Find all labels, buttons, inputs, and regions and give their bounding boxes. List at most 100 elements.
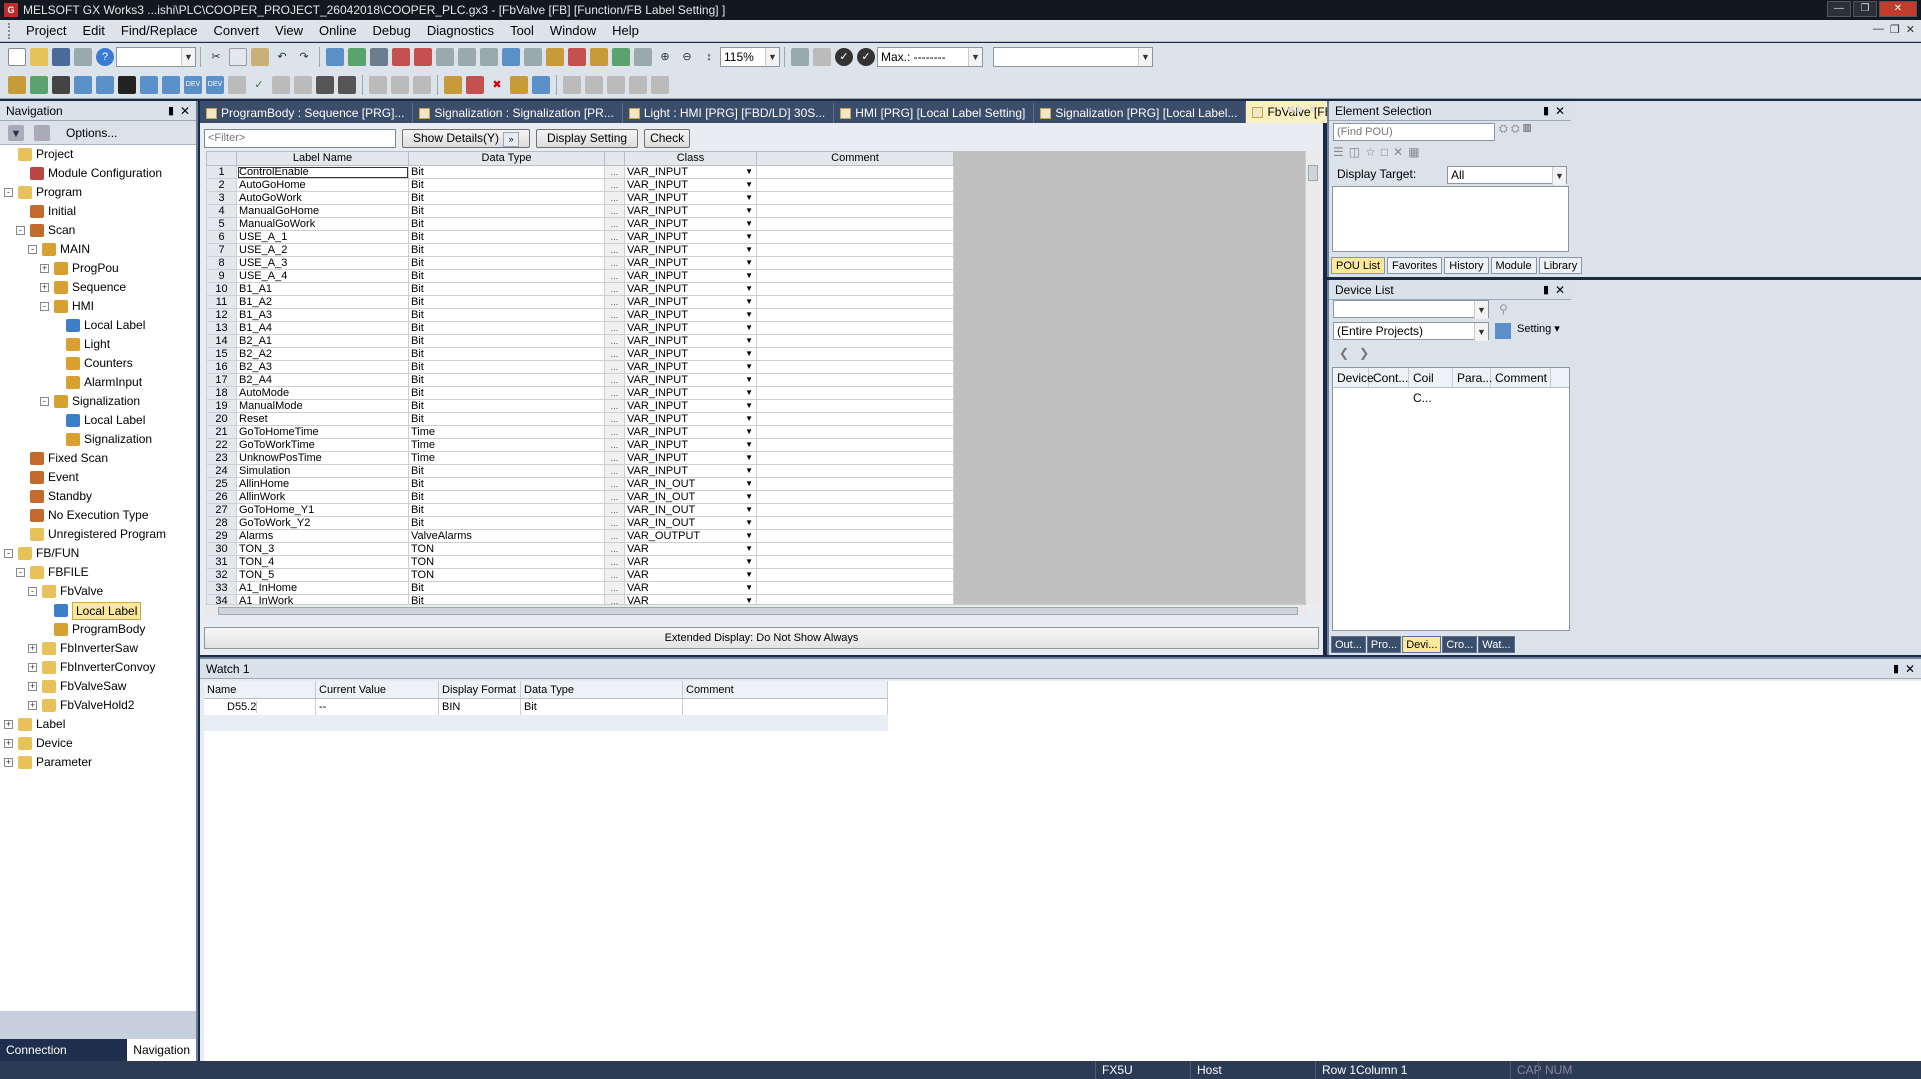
class-cell[interactable]: VAR_INPUT ▼ bbox=[624, 451, 757, 465]
pin-icon[interactable]: ▮ bbox=[1543, 101, 1549, 121]
data-type-cell[interactable]: Bit bbox=[408, 256, 605, 270]
label-name-cell[interactable]: TON_4 bbox=[236, 555, 409, 569]
connector-icon[interactable] bbox=[563, 75, 581, 94]
cut-icon[interactable]: ✂ bbox=[207, 48, 225, 66]
data-type-browse-button[interactable]: ... bbox=[604, 178, 625, 192]
label-name-cell[interactable]: B1_A2 bbox=[236, 295, 409, 309]
label-row[interactable]: 34 A1_InWork Bit... VAR ▼ bbox=[206, 594, 954, 604]
label-row[interactable]: 22 GoToWorkTime Time... VAR_INPUT ▼ bbox=[206, 438, 954, 452]
class-cell[interactable]: VAR_INPUT ▼ bbox=[624, 464, 757, 478]
doc-tab[interactable]: HMI [PRG] [Local Label Setting] bbox=[834, 103, 1035, 123]
data-type-browse-button[interactable]: ... bbox=[604, 165, 625, 179]
data-type-browse-button[interactable]: ... bbox=[604, 191, 625, 205]
label-row[interactable]: 24 Simulation Bit... VAR_INPUT ▼ bbox=[206, 464, 954, 478]
comment-cell[interactable] bbox=[756, 399, 954, 413]
data-type-cell[interactable]: TON bbox=[408, 555, 605, 569]
label-row[interactable]: 11 B1_A2 Bit... VAR_INPUT ▼ bbox=[206, 295, 954, 309]
doc-tab[interactable]: Signalization : Signalization [PR... bbox=[413, 103, 623, 123]
expand-node-icon[interactable]: + bbox=[40, 264, 49, 273]
class-cell[interactable]: VAR_INPUT ▼ bbox=[624, 282, 757, 296]
print-preview-icon[interactable] bbox=[634, 48, 652, 66]
cross-ref-icon[interactable] bbox=[568, 48, 586, 66]
class-cell[interactable]: VAR_INPUT ▼ bbox=[624, 321, 757, 335]
label-row[interactable]: 25 AllinHome Bit... VAR_IN_OUT ▼ bbox=[206, 477, 954, 491]
tree-node[interactable]: + FbInverterConvoy bbox=[0, 658, 196, 677]
comment-cell[interactable] bbox=[756, 165, 954, 179]
label-name-cell[interactable]: GoToHomeTime bbox=[236, 425, 409, 439]
class-header[interactable]: Class bbox=[624, 151, 757, 166]
expand-node-icon[interactable]: + bbox=[40, 283, 49, 292]
data-type-browse-button[interactable]: ... bbox=[604, 230, 625, 244]
debug-icon[interactable] bbox=[502, 48, 520, 66]
data-type-browse-button[interactable]: ... bbox=[604, 503, 625, 517]
collapse-node-icon[interactable]: - bbox=[16, 226, 25, 235]
comment-cell[interactable] bbox=[756, 204, 954, 218]
class-cell[interactable]: VAR_IN_OUT ▼ bbox=[624, 503, 757, 517]
class-cell[interactable]: VAR_INPUT ▼ bbox=[624, 334, 757, 348]
comment-cell[interactable] bbox=[756, 256, 954, 270]
verify-icon[interactable] bbox=[436, 48, 454, 66]
label-row[interactable]: 9 USE_A_4 Bit... VAR_INPUT ▼ bbox=[206, 269, 954, 283]
dropdown-arrow-icon[interactable]: ▼ bbox=[745, 232, 753, 243]
tab-module[interactable]: Module bbox=[1490, 257, 1537, 274]
dropdown-arrow-icon[interactable]: ▼ bbox=[745, 492, 753, 503]
label-row[interactable]: 6 USE_A_1 Bit... VAR_INPUT ▼ bbox=[206, 230, 954, 244]
dropdown-arrow-icon[interactable]: ▼ bbox=[745, 557, 753, 568]
data-type-browse-button[interactable]: ... bbox=[604, 529, 625, 543]
dropdown-arrow-icon[interactable]: ▼ bbox=[745, 479, 753, 490]
comment-cell[interactable] bbox=[756, 230, 954, 244]
label-row[interactable]: 31 TON_4 TON... VAR ▼ bbox=[206, 555, 954, 569]
grid-icon[interactable] bbox=[96, 75, 114, 94]
collapse-node-icon[interactable]: - bbox=[4, 549, 13, 558]
forward-icon[interactable]: ❯ bbox=[1359, 346, 1369, 360]
tree-node[interactable]: Local Label bbox=[0, 601, 196, 620]
class-cell[interactable]: VAR ▼ bbox=[624, 581, 757, 595]
close-icon[interactable]: ✕ bbox=[1905, 659, 1915, 679]
project-combo[interactable]: ▼ bbox=[116, 47, 196, 67]
mdi-close-button[interactable]: ✕ bbox=[1906, 23, 1915, 36]
ladder2-icon[interactable] bbox=[466, 75, 484, 94]
watch-column-header[interactable]: Display Format bbox=[439, 681, 521, 698]
label-name-cell[interactable]: Alarms bbox=[236, 529, 409, 543]
label-row[interactable]: 4 ManualGoHome Bit... VAR_INPUT ▼ bbox=[206, 204, 954, 218]
class-cell[interactable]: VAR ▼ bbox=[624, 555, 757, 569]
comment-cell[interactable] bbox=[756, 568, 954, 582]
data-type-cell[interactable]: ValveAlarms bbox=[408, 529, 605, 543]
tree-node[interactable]: + Parameter bbox=[0, 753, 196, 772]
doc-tab[interactable]: Light : HMI [PRG] [FBD/LD] 30S... bbox=[623, 103, 835, 123]
dropdown-arrow-icon[interactable]: ▼ bbox=[745, 245, 753, 256]
bottom-tab[interactable]: Pro... bbox=[1366, 636, 1402, 653]
class-cell[interactable]: VAR_INPUT ▼ bbox=[624, 399, 757, 413]
data-type-cell[interactable]: Bit bbox=[408, 581, 605, 595]
label-row[interactable]: 23 UnknowPosTime Time... VAR_INPUT ▼ bbox=[206, 451, 954, 465]
label-row[interactable]: 33 A1_InHome Bit... VAR ▼ bbox=[206, 581, 954, 595]
expand-node-icon[interactable]: + bbox=[4, 739, 13, 748]
setting-button[interactable]: Setting ▾ bbox=[1517, 322, 1560, 335]
tree-node[interactable]: Light bbox=[0, 335, 196, 354]
tree-node[interactable]: Local Label bbox=[0, 411, 196, 430]
class-cell[interactable]: VAR_INPUT ▼ bbox=[624, 295, 757, 309]
sort-icon[interactable]: ▦ bbox=[1408, 145, 1419, 163]
menu-project[interactable]: Project bbox=[18, 23, 74, 38]
tree-node[interactable]: Unregistered Program bbox=[0, 525, 196, 544]
data-type-browse-button[interactable]: ... bbox=[604, 360, 625, 374]
back-icon[interactable]: ❮ bbox=[1339, 346, 1349, 360]
mdi-restore-button[interactable]: ❐ bbox=[1890, 23, 1900, 36]
dropdown-arrow-icon[interactable]: ▼ bbox=[745, 505, 753, 516]
label-row[interactable]: 7 USE_A_2 Bit... VAR_INPUT ▼ bbox=[206, 243, 954, 257]
convert-icon[interactable] bbox=[326, 48, 344, 66]
dropdown-arrow-icon[interactable]: ▼ bbox=[745, 596, 753, 604]
label-name-cell[interactable]: A1_InHome bbox=[236, 581, 409, 595]
data-type-browse-button[interactable]: ... bbox=[604, 568, 625, 582]
data-type-cell[interactable]: Bit bbox=[408, 490, 605, 504]
dropdown-arrow-icon[interactable]: ▼ bbox=[745, 297, 753, 308]
data-type-cell[interactable]: Bit bbox=[408, 178, 605, 192]
expand-node-icon[interactable]: + bbox=[28, 644, 37, 653]
tools-icon[interactable] bbox=[294, 75, 312, 94]
label-name-cell[interactable]: USE_A_4 bbox=[236, 269, 409, 283]
dropdown-arrow-icon[interactable]: ▼ bbox=[745, 219, 753, 230]
dropdown-arrow-icon[interactable]: ▼ bbox=[745, 284, 753, 295]
check-icon[interactable]: ✓ bbox=[250, 76, 268, 94]
collapse-node-icon[interactable]: - bbox=[40, 302, 49, 311]
class-cell[interactable]: VAR_INPUT ▼ bbox=[624, 347, 757, 361]
